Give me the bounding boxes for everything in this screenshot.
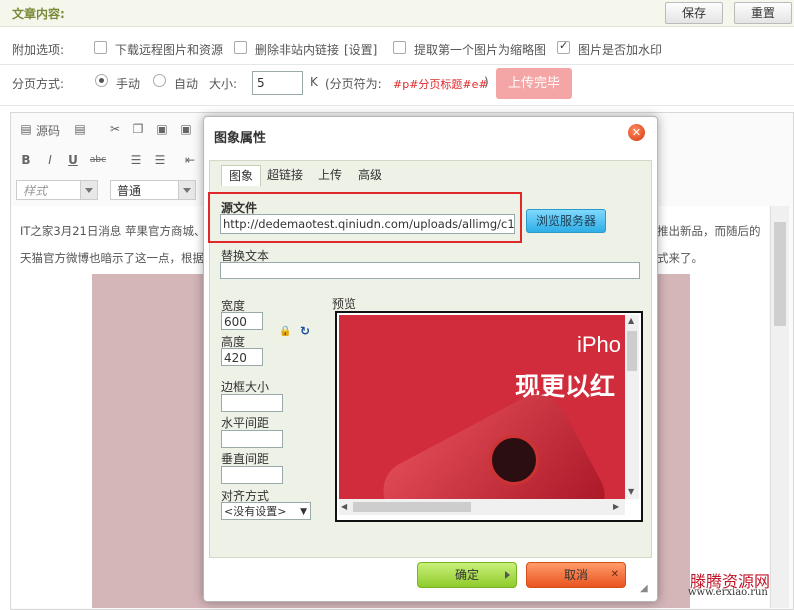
paste-word-icon[interactable]: ▣ [179,122,193,136]
style-select[interactable]: 样式 [16,180,98,200]
paging-label: 分页方式: [12,77,65,91]
chevron-down-icon [80,181,97,199]
chevron-down-icon: ▼ [300,507,307,517]
section-title: 文章内容: [12,7,65,21]
browse-server-button[interactable]: 浏览服务器 [526,209,606,233]
hspace-input[interactable] [221,430,283,448]
format-select-value: 普通 [117,184,142,198]
source-file-input[interactable]: http://dedemaotest.qiniudn.com/uploads/a… [220,214,515,234]
outdent-icon[interactable]: ⇤ [183,153,197,167]
copy-icon[interactable]: ❐ [131,122,145,136]
size-label: 大小: [209,77,238,91]
divider [0,105,794,106]
chevron-down-icon [178,181,195,199]
remove-links-checkbox[interactable] [234,41,247,54]
align-select[interactable]: <没有设置> ▼ [221,502,311,520]
save-button[interactable]: 保存 [665,2,723,24]
first-thumb-checkbox[interactable] [393,41,406,54]
border-label: 边框大小 [221,380,270,394]
scroll-up-icon[interactable]: ▲ [628,316,634,325]
height-input[interactable]: 420 [221,348,263,366]
reset-size-icon[interactable]: ↻ [300,324,310,338]
scroll-down-icon[interactable]: ▼ [628,487,634,496]
style-select-value: 样式 [23,184,48,198]
reset-button[interactable]: 重置 [734,2,792,24]
italic-icon[interactable]: I [43,153,57,167]
strike-icon[interactable]: abc [89,153,107,167]
camera-graphic [489,435,539,485]
close-icon: ✕ [610,569,619,580]
bullet-list-icon[interactable]: ☰ [153,153,167,167]
settings-link[interactable]: [设置] [344,41,377,58]
watermark-label: 图片是否加水印 [578,43,663,57]
cancel-button-label: 取消 [563,568,588,582]
scrollbar-thumb[interactable] [627,331,637,371]
remove-links-label: 删除非站内链接 [255,43,340,57]
border-input[interactable] [221,394,283,412]
source-button-label[interactable]: 源码 [36,122,60,139]
body-text-line1-right: 推出新品，而随后的 [657,224,761,238]
scroll-left-icon[interactable]: ◀ [341,502,347,511]
size-unit: K [310,75,318,89]
download-remote-label: 下载远程图片和资源 [115,43,224,57]
preview-image: iPho 现更以红 [339,315,625,499]
manual-label: 手动 [116,77,141,91]
dialog-title: 图象属性 [214,131,267,146]
image-properties-dialog: 图象属性 ✕ 图象 超链接 上传 高级 源文件 http://dedemaote… [203,116,658,602]
source-icon[interactable]: ▤ [19,122,33,136]
cut-icon[interactable]: ✂ [108,122,122,136]
auto-label: 自动 [174,77,199,91]
width-input[interactable]: 600 [221,312,263,330]
tab-image[interactable]: 图象 [221,165,261,186]
hspace-label: 水平间距 [221,416,270,430]
divider [0,64,794,65]
options-label: 附加选项: [12,43,65,57]
cancel-button[interactable]: 取消 ✕ [526,562,626,588]
watermark-url: www.erxiao.run [688,587,768,598]
scroll-right-icon[interactable]: ▶ [613,502,619,511]
alt-text-input[interactable] [220,262,640,279]
vspace-input[interactable] [221,466,283,484]
manual-radio[interactable] [95,74,108,87]
vspace-label: 垂直间距 [221,452,270,466]
scrollbar-thumb[interactable] [353,502,471,512]
body-text-line2-right: 式来了。 [657,251,703,265]
scrollbar-thumb[interactable] [774,222,786,326]
tab-link[interactable]: 超链接 [264,165,306,185]
upload-done-button[interactable]: 上传完毕 [496,68,572,99]
body-text-line2-left: 天猫官方微博也暗示了这一点，根据 [20,251,204,265]
arrow-right-icon [505,571,510,579]
ordered-list-icon[interactable]: ☰ [129,153,143,167]
preview-pane: iPho 现更以红 ▲ ▼ ◀ ▶ [335,311,643,522]
tab-upload[interactable]: 上传 [314,165,346,185]
ok-button-label: 确定 [454,568,479,582]
ok-button[interactable]: 确定 [417,562,517,588]
preview-label: 预览 [332,297,357,311]
template-icon[interactable]: ▤ [73,122,87,136]
paste-icon[interactable]: ▣ [155,122,169,136]
watermark-checkbox[interactable] [557,39,570,54]
tab-advanced[interactable]: 高级 [354,165,386,185]
download-remote-checkbox[interactable] [94,41,107,54]
format-select[interactable]: 普通 [110,180,196,200]
auto-radio[interactable] [153,74,166,87]
pager-suffix: ) [484,75,489,89]
underline-icon[interactable]: U [66,153,80,167]
size-input[interactable]: 5 [252,71,303,95]
body-text-line1-left: IT之家3月21日消息 苹果官方商城、 [20,224,206,238]
preview-h-scrollbar[interactable]: ◀ ▶ [339,499,625,515]
lock-icon[interactable]: 🔒 [279,326,291,337]
resize-grip-icon[interactable]: ◢ [640,583,648,594]
first-thumb-label: 提取第一个图片为缩略图 [414,43,547,57]
pager-prefix: (分页符为: [325,77,382,91]
bold-icon[interactable]: B [19,153,33,167]
align-select-value: <没有设置> [224,505,287,518]
preview-text-iphone: iPho [577,332,622,357]
editor-scrollbar[interactable] [770,206,789,608]
close-icon[interactable]: ✕ [628,124,645,141]
preview-v-scrollbar[interactable]: ▲ ▼ [625,315,639,499]
pager-marker: #p#分页标题#e# [393,78,488,91]
